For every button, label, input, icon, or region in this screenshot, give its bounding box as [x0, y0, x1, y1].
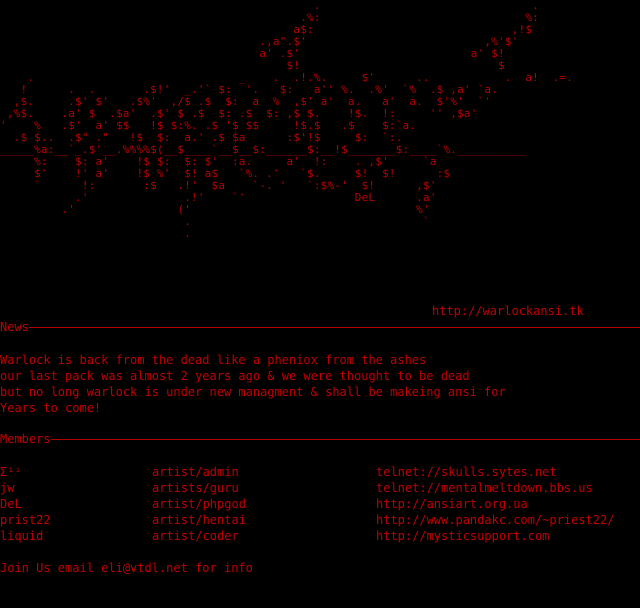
news-header: News — [0, 320, 640, 334]
member-link[interactable]: http://www.pandakc.com/~priest22/ — [376, 512, 614, 528]
member-role: artists/guru — [152, 481, 239, 495]
logo-art: . . .%: %: a$: ,!$ .,a".$' ,%'$' a' .$' … — [0, 0, 574, 240]
member-name: jw — [0, 481, 15, 495]
news-divider — [28, 327, 640, 328]
member-role: artist/admin — [152, 465, 239, 479]
member-name: liquid — [0, 529, 44, 543]
member-row: jw artists/guru telnet://mentalmeltdown.… — [0, 480, 640, 496]
news-line: our last pack was almost 2 years ago & w… — [0, 369, 470, 383]
member-link[interactable]: http://mysticsupport.com — [376, 528, 549, 544]
join-note: Join Us email eli@vtdl.net for info — [0, 561, 253, 575]
news-body: Warlock is back from the dead like a phe… — [0, 352, 640, 416]
member-role: artist/phpgod — [152, 497, 246, 511]
members-heading: Members — [0, 432, 51, 446]
website-link[interactable]: http://warlockansi.tk — [432, 304, 584, 318]
news-heading: News — [0, 320, 29, 334]
news-line: but no long warlock is under new managme… — [0, 385, 506, 399]
members-header: Members — [0, 432, 640, 446]
member-link[interactable]: telnet://skulls.sytes.net — [376, 464, 557, 480]
warlock-ansi-logo: . . .%: %: a$: ,!$ .,a".$' ,%'$' a' .$' … — [0, 0, 640, 300]
member-row: DeL artist/phpgod http://ansiart.org.ua — [0, 496, 640, 512]
members-divider — [50, 439, 640, 440]
member-name: DeL — [0, 497, 22, 511]
member-role: artist/hentai — [152, 513, 246, 527]
news-line: Warlock is back from the dead like a phe… — [0, 353, 427, 367]
members-list: Σ¹ⁱ artist/admin telnet://skulls.sytes.n… — [0, 464, 640, 544]
member-link[interactable]: telnet://mentalmeltdown.bbs.us — [376, 480, 593, 496]
member-role: artist/coder — [152, 529, 239, 543]
member-name: Σ¹ⁱ — [0, 465, 22, 479]
member-link[interactable]: http://ansiart.org.ua — [376, 496, 528, 512]
news-line: Years to come! — [0, 401, 102, 415]
member-row: liquid artist/coder http://mysticsupport… — [0, 528, 640, 544]
member-row: prist22 artist/hentai http://www.pandakc… — [0, 512, 640, 528]
member-name: prist22 — [0, 513, 51, 527]
member-row: Σ¹ⁱ artist/admin telnet://skulls.sytes.n… — [0, 464, 640, 480]
